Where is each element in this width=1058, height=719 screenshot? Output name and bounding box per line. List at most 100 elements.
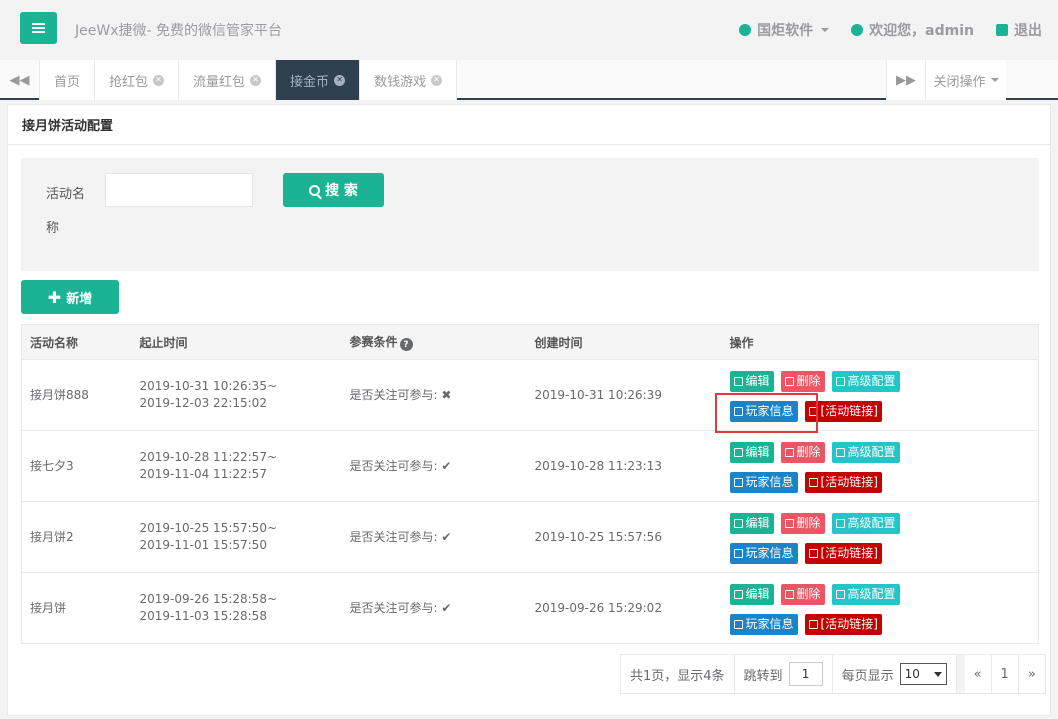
- per-page-label: 每页显示: [841, 668, 894, 684]
- tab-scroll-right-button[interactable]: ▶▶: [886, 60, 926, 100]
- delete-button[interactable]: 删除: [780, 442, 825, 463]
- close-operations-dropdown[interactable]: 关闭操作: [926, 60, 1006, 100]
- col-header-name: 活动名称: [21, 324, 132, 360]
- period-start: 2019-10-25 15:57:50~: [139, 521, 278, 535]
- advanced-config-button[interactable]: 高级配置: [831, 371, 900, 392]
- table-row: 接月饼888 2019-10-31 10:26:35~ 2019-12-03 22:…: [21, 359, 1039, 431]
- edit-icon: [733, 519, 743, 528]
- tab-catch-coins[interactable]: 接金币 ✕: [276, 60, 361, 100]
- cell-name: 接月饼2: [21, 501, 132, 573]
- cell-name: 接七夕3: [21, 430, 132, 502]
- tab-label: 接金币: [290, 74, 330, 90]
- cell-name: 接月饼888: [21, 359, 132, 431]
- user-icon: [851, 24, 864, 36]
- logout-link[interactable]: 退出: [996, 20, 1042, 40]
- close-icon[interactable]: ✕: [153, 74, 165, 86]
- activity-link-button[interactable]: [活动链接]: [804, 614, 882, 635]
- table-icon: [733, 620, 743, 629]
- question-icon[interactable]: ?: [399, 338, 413, 352]
- close-icon[interactable]: ✕: [334, 74, 346, 86]
- delete-button[interactable]: 删除: [780, 371, 825, 392]
- search-button[interactable]: 搜 索: [283, 173, 384, 207]
- cell-period: 2019-10-31 10:26:35~ 2019-12-03 22:15:02: [131, 359, 342, 431]
- add-button[interactable]: ✚ 新增: [21, 280, 119, 314]
- advanced-config-button[interactable]: 高级配置: [831, 513, 900, 534]
- activity-name-input[interactable]: [105, 173, 253, 207]
- menu-toggle-button[interactable]: [20, 12, 57, 44]
- advanced-config-button[interactable]: 高级配置: [831, 442, 900, 463]
- edit-label: 编辑: [745, 374, 770, 388]
- col-header-period: 起止时间: [131, 324, 342, 360]
- cell-period: 2019-10-25 15:57:50~ 2019-11-01 15:57:50: [131, 501, 342, 573]
- jump-label: 跳转到: [743, 668, 783, 684]
- condition-mark-icon: ✔: [441, 458, 452, 473]
- edit-button[interactable]: 编辑: [729, 584, 774, 605]
- advanced-config-label: 高级配置: [847, 587, 896, 601]
- user-welcome[interactable]: 欢迎您，admin: [851, 20, 974, 40]
- gears-icon: [835, 377, 845, 386]
- activity-table: 活动名称 起止时间 参赛条件? 创建时间 操作 接月饼888 2019-10-31…: [21, 324, 1039, 644]
- player-info-label: 玩家信息: [745, 617, 794, 631]
- panel-title: 接月饼活动配置: [8, 105, 1050, 145]
- period-end: 2019-11-01 15:57:50: [139, 538, 267, 552]
- pager-per-page: 每页显示 10: [833, 655, 957, 693]
- player-info-button[interactable]: 玩家信息: [729, 543, 798, 564]
- gears-icon: [835, 448, 845, 457]
- edit-icon: [733, 377, 743, 386]
- logout-icon: [996, 24, 1008, 36]
- edit-label: 编辑: [745, 587, 770, 601]
- player-info-button[interactable]: 玩家信息: [729, 472, 798, 493]
- activity-link-label: [活动链接]: [820, 475, 878, 489]
- pager-summary: 共1页，显示4条: [621, 655, 735, 693]
- delete-label: 删除: [796, 516, 821, 530]
- tab-traffic-redpacket[interactable]: 流量红包 ✕: [179, 60, 277, 100]
- pager-page-button[interactable]: 1: [992, 655, 1019, 693]
- link-icon: [808, 620, 818, 629]
- col-header-ops: 操作: [721, 324, 1039, 360]
- activity-link-label: [活动链接]: [820, 617, 878, 631]
- gears-icon: [835, 590, 845, 599]
- delete-button[interactable]: 删除: [780, 584, 825, 605]
- activity-link-button[interactable]: [活动链接]: [804, 472, 882, 493]
- delete-button[interactable]: 删除: [780, 513, 825, 534]
- wechat-icon: [739, 24, 752, 36]
- pager-prev-button[interactable]: «: [965, 655, 992, 693]
- period-end: 2019-11-04 11:22:57: [139, 467, 267, 481]
- caret-down-icon: [990, 78, 999, 82]
- trash-icon: [784, 519, 794, 528]
- cell-condition: 是否关注可参与: ✔: [341, 572, 527, 644]
- plus-icon: ✚: [47, 287, 62, 307]
- jump-page-input[interactable]: 1: [788, 662, 823, 686]
- activity-link-label: [活动链接]: [820, 546, 878, 560]
- period-end: 2019-12-03 22:15:02: [139, 396, 267, 410]
- player-info-button[interactable]: 玩家信息: [729, 614, 798, 635]
- cell-created: 2019-10-25 15:57:56: [526, 501, 722, 573]
- cell-ops: 编辑 删除 高级配置玩家信息 [活动链接]: [721, 430, 1039, 502]
- pager-next-button[interactable]: »: [1019, 655, 1045, 693]
- logout-label: 退出: [1014, 23, 1042, 39]
- cell-period: 2019-10-28 11:22:57~ 2019-11-04 11:22:57: [131, 430, 342, 502]
- close-icon[interactable]: ✕: [250, 74, 262, 86]
- trash-icon: [784, 590, 794, 599]
- edit-icon: [733, 590, 743, 599]
- org-dropdown[interactable]: 国炬软件: [739, 20, 830, 40]
- per-page-select[interactable]: 10: [899, 663, 947, 685]
- edit-button[interactable]: 编辑: [729, 371, 774, 392]
- tab-count-money-game[interactable]: 数钱游戏 ✕: [360, 60, 458, 100]
- advanced-config-button[interactable]: 高级配置: [831, 584, 900, 605]
- add-button-label: 新增: [66, 291, 93, 307]
- tab-label: 首页: [54, 74, 81, 90]
- edit-button[interactable]: 编辑: [729, 513, 774, 534]
- cell-condition: 是否关注可参与: ✖: [341, 359, 527, 431]
- edit-button[interactable]: 编辑: [729, 442, 774, 463]
- content-panel: 接月饼活动配置 活动名称 搜 索 ✚ 新增 活动名称 起止时间 参赛条件? 创建时…: [7, 104, 1051, 716]
- brand-title: JeeWx捷微- 免费的微信管家平台: [75, 23, 282, 39]
- activity-link-button[interactable]: [活动链接]: [804, 543, 882, 564]
- tab-home[interactable]: 首页: [40, 60, 96, 100]
- delete-label: 删除: [796, 445, 821, 459]
- close-icon[interactable]: ✕: [431, 74, 443, 86]
- tab-scroll-left-button[interactable]: ◀◀: [0, 60, 40, 100]
- tab-grab-redpacket[interactable]: 抢红包 ✕: [95, 60, 180, 100]
- edit-label: 编辑: [745, 445, 770, 459]
- caret-down-icon: [933, 671, 942, 677]
